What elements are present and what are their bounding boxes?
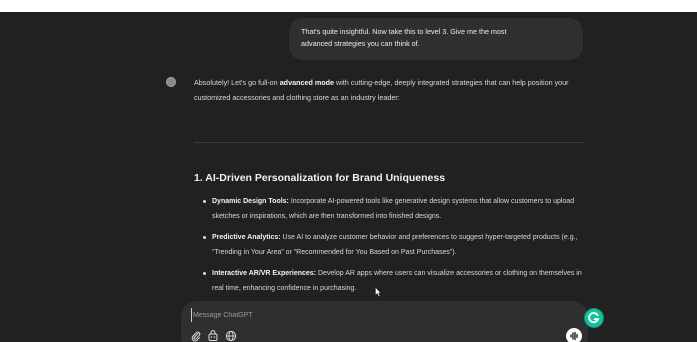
grammarly-icon (588, 312, 600, 324)
list-item: Predictive Analytics: Use AI to analyze … (203, 230, 588, 261)
tools-icon[interactable] (207, 330, 219, 342)
section-heading: 1. AI-Driven Personalization for Brand U… (194, 172, 446, 184)
assistant-intro: Absolutely! Let's go full-on advanced mo… (194, 75, 586, 105)
assistant-intro-bold: advanced mode (279, 78, 335, 87)
bullet-dot (203, 271, 206, 275)
bullet-dot (203, 200, 206, 203)
bullet-dot (203, 235, 206, 239)
message-input[interactable] (191, 308, 491, 322)
user-message-line-1: That's quite insightful. Now take this t… (301, 27, 507, 36)
grammarly-button[interactable] (584, 308, 604, 328)
bullet-title: Predictive Analytics: (212, 233, 281, 241)
user-message-line-2: advanced strategies you can think of. (301, 39, 420, 48)
bullet-list: Dynamic Design Tools: Incorporate AI-pow… (203, 194, 588, 301)
list-item: Dynamic Design Tools: Incorporate AI-pow… (203, 194, 588, 225)
assistant-avatar (166, 77, 176, 87)
list-item: Interactive AR/VR Experiences: Develop A… (203, 266, 588, 297)
voice-button[interactable] (566, 328, 582, 342)
bullet-title: Dynamic Design Tools: (212, 198, 289, 205)
chat-window: That's quite insightful. Now take this t… (0, 12, 697, 342)
voice-waveform-icon (570, 331, 578, 341)
assistant-intro-text: Absolutely! Let's go full-on (194, 78, 280, 87)
bullet-title: Interactive AR/VR Experiences: (212, 269, 317, 277)
user-message-bubble: That's quite insightful. Now take this t… (289, 18, 583, 60)
message-composer (181, 301, 588, 342)
paperclip-icon[interactable] (190, 330, 202, 342)
mouse-cursor-icon (375, 287, 381, 297)
divider (194, 142, 584, 143)
globe-icon[interactable] (225, 330, 237, 342)
